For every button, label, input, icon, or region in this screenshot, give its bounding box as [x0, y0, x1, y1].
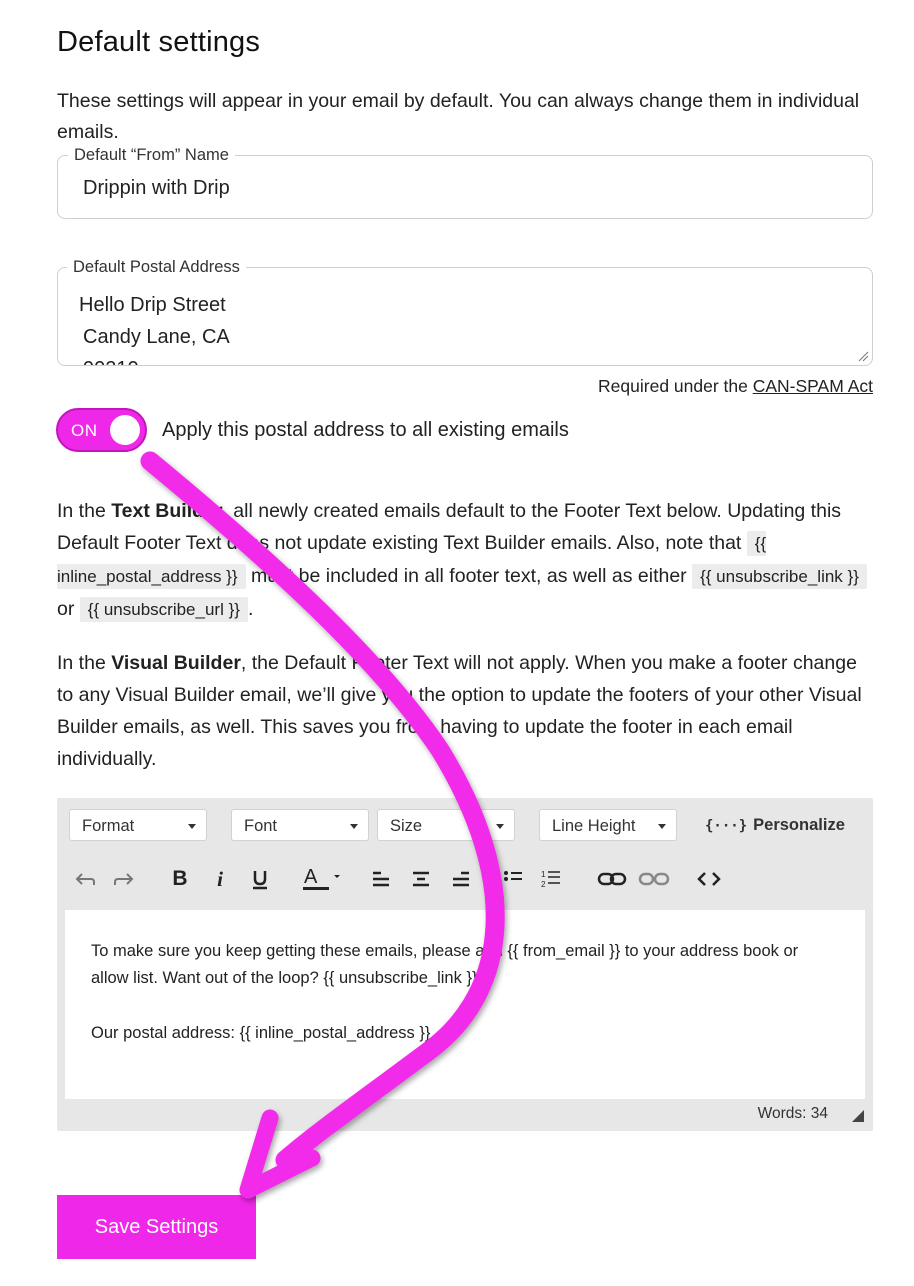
- bold-button[interactable]: B: [167, 864, 193, 894]
- undo-icon: [75, 873, 95, 885]
- postal-address-label: Default Postal Address: [67, 257, 246, 277]
- footer-content-area[interactable]: To make sure you keep getting these emai…: [65, 910, 865, 1099]
- personalize-button[interactable]: {···} Personalize: [705, 816, 845, 835]
- undo-button[interactable]: [71, 864, 99, 894]
- from-name-field[interactable]: Default “From” Name Drippin with Drip: [57, 145, 873, 219]
- footer-editor: Format Font Size Line Height {···} Person…: [57, 798, 873, 1131]
- resize-grip-icon[interactable]: [857, 350, 869, 362]
- source-code-icon: [697, 872, 721, 886]
- underline-icon: [253, 871, 267, 890]
- text-builder-paragraph: In the Text Builder, all newly created e…: [57, 495, 877, 626]
- postal-address-field[interactable]: Hello Drip Street Candy Lane, CA 90210: [57, 267, 873, 366]
- page-title: Default settings: [57, 26, 261, 58]
- text-builder-bold: Text Builder: [111, 500, 223, 522]
- chevron-down-icon: [658, 824, 666, 829]
- text-color-icon: A: [303, 866, 340, 890]
- footer-line-2: Our postal address: {{ inline_postal_add…: [91, 1024, 431, 1042]
- align-right-icon: [453, 871, 469, 887]
- svg-text:2: 2: [541, 880, 546, 889]
- toggle-knob: [110, 415, 140, 445]
- bold-icon: B: [172, 867, 188, 890]
- link-icon: [597, 872, 627, 886]
- bullet-list-button[interactable]: [500, 864, 526, 894]
- link-button[interactable]: [597, 864, 627, 894]
- chevron-down-icon: [496, 824, 504, 829]
- line-height-dropdown[interactable]: Line Height: [539, 809, 677, 841]
- code-unsubscribe-link: {{ unsubscribe_link }}: [692, 564, 867, 589]
- can-spam-link[interactable]: CAN-SPAM Act: [753, 376, 873, 396]
- required-note: Required under the CAN-SPAM Act: [598, 376, 873, 397]
- word-count: Words: 34: [757, 1105, 828, 1122]
- underline-button[interactable]: [247, 864, 273, 894]
- editor-resize-icon[interactable]: [852, 1110, 864, 1122]
- postal-address-value[interactable]: Hello Drip Street Candy Lane, CA 90210: [79, 289, 230, 365]
- footer-line-1: To make sure you keep getting these emai…: [91, 942, 799, 987]
- code-unsubscribe-url: {{ unsubscribe_url }}: [79, 597, 248, 622]
- postal-line-3: 90210: [79, 353, 230, 365]
- postal-line-2: Candy Lane, CA: [83, 326, 230, 348]
- align-left-button[interactable]: [368, 864, 394, 894]
- numbered-list-icon: 12: [541, 870, 560, 889]
- bullet-list-icon: [504, 871, 522, 881]
- redo-icon: [114, 873, 134, 885]
- chevron-down-icon: [188, 824, 196, 829]
- align-center-icon: [413, 871, 429, 887]
- save-settings-button[interactable]: Save Settings: [57, 1195, 256, 1259]
- align-left-icon: [373, 871, 389, 887]
- format-dropdown[interactable]: Format: [69, 809, 207, 841]
- source-code-button[interactable]: [695, 864, 723, 894]
- chevron-down-icon: [350, 824, 358, 829]
- font-dropdown[interactable]: Font: [231, 809, 369, 841]
- align-right-button[interactable]: [448, 864, 474, 894]
- svg-text:1: 1: [541, 870, 546, 879]
- apply-address-toggle[interactable]: ON: [56, 408, 147, 452]
- redo-button[interactable]: [110, 864, 138, 894]
- from-name-label: Default “From” Name: [68, 145, 235, 165]
- svg-text:A: A: [304, 866, 318, 888]
- toggle-state-label: ON: [71, 421, 98, 440]
- italic-button[interactable]: i: [207, 864, 233, 894]
- from-name-value[interactable]: Drippin with Drip: [83, 177, 230, 200]
- text-color-button[interactable]: A: [301, 864, 343, 894]
- toggle-label: Apply this postal address to all existin…: [162, 419, 569, 441]
- intro-text: These settings will appear in your email…: [57, 90, 860, 143]
- personalize-icon: {···}: [705, 818, 748, 834]
- numbered-list-button[interactable]: 12: [538, 864, 564, 894]
- size-dropdown[interactable]: Size: [377, 809, 515, 841]
- unlink-icon: [638, 872, 670, 886]
- required-note-text: Required under the: [598, 376, 753, 396]
- postal-line-1: Hello Drip Street: [79, 294, 226, 316]
- visual-builder-bold: Visual Builder: [111, 652, 241, 674]
- align-center-button[interactable]: [408, 864, 434, 894]
- unlink-button[interactable]: [637, 864, 671, 894]
- italic-icon: i: [217, 866, 223, 891]
- visual-builder-paragraph: In the Visual Builder, the Default Foote…: [57, 652, 862, 770]
